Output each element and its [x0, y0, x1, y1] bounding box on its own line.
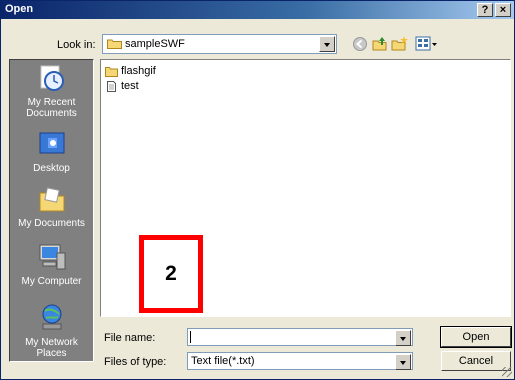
look-in-dropdown-arrow[interactable]	[319, 36, 335, 52]
my-computer-icon	[39, 244, 65, 270]
desktop-icon	[39, 132, 64, 154]
open-dialog: Open ? × Look in: sampleSWF My Recent Do…	[0, 0, 515, 380]
place-my-network-places[interactable]: My Network Places	[10, 304, 93, 359]
title-bar[interactable]: Open ? ×	[1, 1, 514, 19]
close-button[interactable]: ×	[495, 3, 511, 17]
resize-grip[interactable]	[502, 367, 512, 377]
place-label: My Computer	[21, 276, 82, 287]
file-name: flashgif	[121, 65, 156, 77]
file-name-input[interactable]	[187, 328, 413, 346]
look-in-value: sampleSWF	[125, 38, 185, 50]
file-name-dropdown-arrow[interactable]	[395, 330, 411, 346]
step-marker: 2	[139, 235, 203, 313]
folder-icon	[107, 39, 122, 49]
files-of-type-dropdown[interactable]: Text file(*.txt)	[187, 352, 413, 370]
files-of-type-dropdown-arrow[interactable]	[395, 354, 411, 370]
new-folder-icon[interactable]	[391, 35, 409, 53]
text-caret	[190, 331, 191, 343]
place-label: My Network Places	[25, 337, 78, 359]
recent-documents-icon	[40, 65, 64, 91]
place-label: My Documents	[18, 218, 85, 229]
help-button[interactable]: ?	[477, 3, 493, 17]
open-button[interactable]: Open	[440, 326, 512, 348]
my-documents-icon	[39, 187, 64, 212]
back-icon[interactable]	[351, 35, 369, 53]
files-of-type-label: Files of type:	[104, 356, 167, 368]
text-file-icon	[107, 81, 116, 92]
places-bar: My Recent Documents Desktop My Documents	[9, 59, 94, 362]
place-label: Desktop	[33, 163, 70, 174]
place-my-computer[interactable]: My Computer	[10, 243, 93, 287]
file-name-label: File name:	[104, 332, 156, 344]
place-my-recent-documents[interactable]: My Recent Documents	[10, 64, 93, 119]
folder-icon	[105, 67, 118, 77]
views-icon[interactable]	[415, 35, 439, 53]
file-name: test	[121, 80, 139, 92]
up-folder-icon[interactable]	[371, 35, 389, 53]
look-in-label: Look in:	[57, 39, 96, 51]
place-my-documents[interactable]: My Documents	[10, 185, 93, 229]
network-places-icon	[42, 304, 61, 330]
dialog-title: Open	[5, 3, 34, 15]
look-in-dropdown[interactable]: sampleSWF	[102, 34, 337, 54]
files-of-type-value: Text file(*.txt)	[191, 355, 255, 367]
place-label: My Recent Documents	[26, 97, 77, 119]
cancel-button[interactable]: Cancel	[441, 351, 511, 371]
place-desktop[interactable]: Desktop	[10, 130, 93, 174]
